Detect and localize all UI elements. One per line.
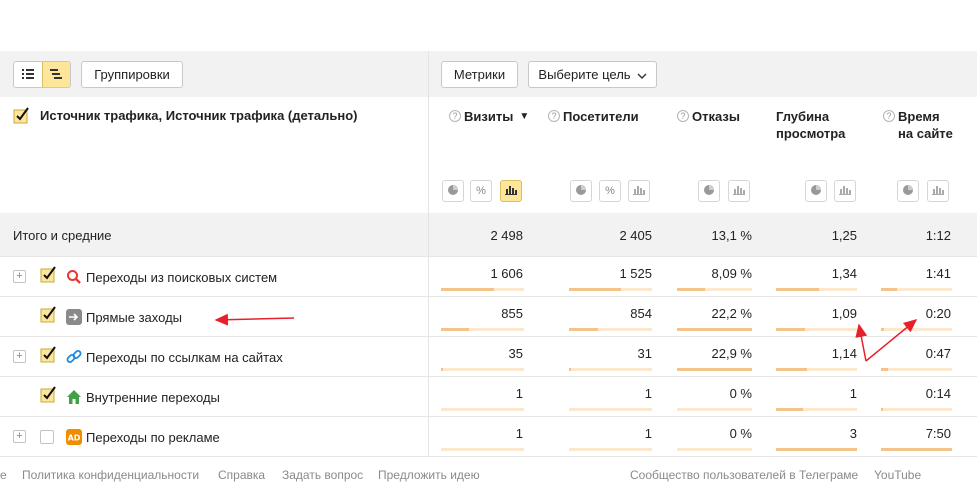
annotation-arrows (214, 313, 918, 362)
footer-link-partial[interactable]: е (0, 468, 7, 482)
annotation-arrow (855, 323, 868, 362)
annotation-arrow (865, 319, 918, 362)
footer-link-ask[interactable]: Задать вопрос (282, 468, 363, 482)
footer-link-privacy[interactable]: Политика конфиденциальности (22, 468, 199, 482)
footer-link-help[interactable]: Справка (218, 468, 265, 482)
annotation-arrow (214, 313, 295, 326)
footer-link-community[interactable]: Сообщество пользователей в Телеграме (630, 468, 858, 482)
footer-link-suggest[interactable]: Предложить идею (378, 468, 480, 482)
footer-link-youtube[interactable]: YouTube (874, 468, 921, 482)
